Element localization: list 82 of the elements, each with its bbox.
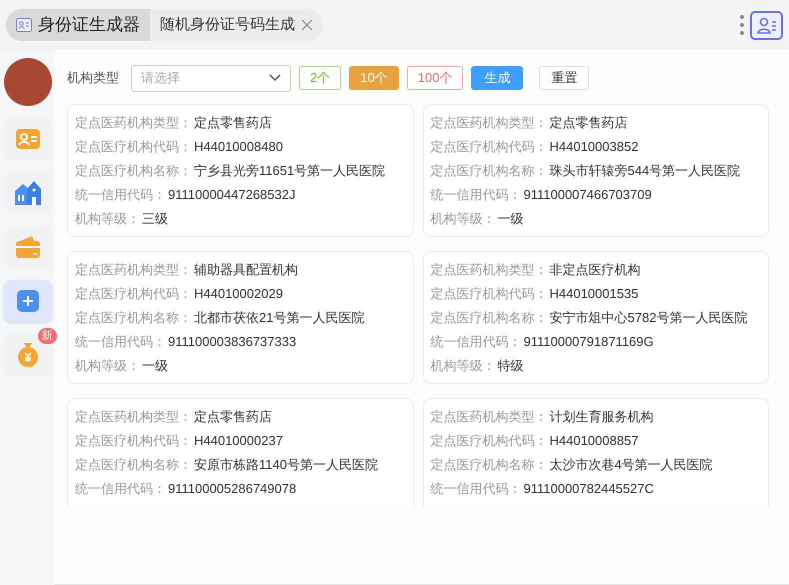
field-value: 定点零售药店 xyxy=(550,114,628,132)
more-icon[interactable] xyxy=(740,15,744,35)
sidebar-item[interactable] xyxy=(4,118,52,160)
field-label: 定点医疗机构代码： xyxy=(75,285,192,304)
field-value: 计划生育服务机构 xyxy=(550,408,654,426)
field-label: 机构等级： xyxy=(75,210,140,228)
field-value: 辅助器具配置机构 xyxy=(194,261,298,280)
field-label: 定点医疗机构代码： xyxy=(75,138,192,156)
field-label: 定点医疗机构名称： xyxy=(75,309,192,328)
field-label: 定点医药机构类型： xyxy=(75,261,192,280)
field-value: H44010008480 xyxy=(194,138,283,156)
field-value: H44010002029 xyxy=(194,285,283,304)
reset-button[interactable]: 重置 xyxy=(539,66,590,90)
field-value: 定点零售药店 xyxy=(194,114,272,132)
field-label: 定点医疗机构名称： xyxy=(430,309,548,328)
field-label: 定点医药机构类型： xyxy=(430,408,548,426)
money-bag-icon xyxy=(16,343,38,367)
field-label: 统一信用代码： xyxy=(75,186,166,204)
field-label: 定点医疗机构名称： xyxy=(430,456,548,474)
field-label: 定点医疗机构代码： xyxy=(75,432,192,450)
field-label: 机构等级： xyxy=(430,357,496,376)
plus-icon xyxy=(16,290,38,312)
field-label: 定点医疗机构名称： xyxy=(75,162,192,180)
count-button[interactable]: 2个 xyxy=(299,66,342,90)
field-value: 一级 xyxy=(498,210,524,228)
field-label: 机构类型 xyxy=(67,69,119,88)
field-label: 统一信用代码： xyxy=(75,480,166,498)
select-field[interactable]: 请选择 xyxy=(131,64,291,92)
field-label: 统一信用代码： xyxy=(430,480,522,498)
sidebar-item[interactable] xyxy=(4,172,52,214)
field-value: H44010003852 xyxy=(550,138,638,156)
field-value: 北都市茯依21号第一人民医院 xyxy=(194,309,364,328)
field-label: 定点医疗机构代码： xyxy=(430,285,548,304)
field-value: H44010000237 xyxy=(194,432,283,450)
field-value: H44010008857 xyxy=(550,432,638,450)
field-value: 911100003836737333 xyxy=(168,333,296,352)
field-value: 定点零售药店 xyxy=(194,408,272,426)
field-value: 特级 xyxy=(498,357,524,376)
field-value: 太沙市次巷4号第一人民医院 xyxy=(550,456,713,474)
new-badge: 新 xyxy=(38,328,56,344)
field-value: H44010001535 xyxy=(550,285,638,304)
houses-icon xyxy=(14,181,40,205)
count-button[interactable]: 10个 xyxy=(349,66,399,90)
field-value: 911100007466703709 xyxy=(524,186,652,204)
field-value: 91110000447268532J xyxy=(168,186,296,204)
close-icon[interactable] xyxy=(301,19,313,31)
field-label: 统一信用代码： xyxy=(430,333,522,352)
field-value: 宁乡县光旁11651号第一人民医院 xyxy=(194,162,386,180)
contact-card-icon xyxy=(16,129,40,149)
field-label: 定点医药机构类型： xyxy=(430,114,548,132)
field-label: 定点医疗机构代码： xyxy=(430,138,548,156)
wallet-icon xyxy=(16,236,40,258)
field-value: 一级 xyxy=(142,357,168,376)
field-value: 三级 xyxy=(142,210,168,228)
chevron-down-icon xyxy=(269,74,281,82)
field-label: 统一信用代码： xyxy=(430,186,522,204)
field-value: 安宁市俎中心5782号第一人民医院 xyxy=(550,309,748,328)
profile-button[interactable] xyxy=(750,10,783,40)
tab[interactable]: 身份证生成器 xyxy=(6,9,150,41)
generate-button[interactable]: 生成 xyxy=(471,66,524,90)
field-value: 91110000791871169G xyxy=(524,333,654,352)
avatar-photo-placeholder xyxy=(4,58,52,106)
field-label: 机构等级： xyxy=(430,210,496,228)
field-value: 非定点医疗机构 xyxy=(550,261,640,280)
sidebar-item[interactable] xyxy=(4,226,52,268)
field-label: 机构等级： xyxy=(75,357,140,376)
field-value: 91110000782445527C xyxy=(524,480,654,498)
field-label: 定点医药机构类型： xyxy=(75,408,192,426)
field-value: 珠头市轩辕旁544号第一人民医院 xyxy=(550,162,740,180)
field-label: 定点医药机构类型： xyxy=(430,261,548,280)
field-label: 统一信用代码： xyxy=(75,333,166,352)
count-button[interactable]: 100个 xyxy=(406,66,464,90)
field-label: 定点医疗机构代码： xyxy=(430,432,548,450)
tab[interactable]: 随机身份证号码生成 xyxy=(150,9,323,41)
user-card-icon xyxy=(756,16,776,34)
field-value: 安原市栋路1140号第一人民医院 xyxy=(194,456,378,474)
field-value: 911100005286749078 xyxy=(168,480,296,498)
field-label: 定点医疗机构名称： xyxy=(75,456,192,474)
id-card-icon xyxy=(16,18,32,32)
field-label: 定点医疗机构名称： xyxy=(430,162,548,180)
field-label: 定点医药机构类型： xyxy=(75,114,192,132)
sidebar-item[interactable] xyxy=(4,280,52,322)
